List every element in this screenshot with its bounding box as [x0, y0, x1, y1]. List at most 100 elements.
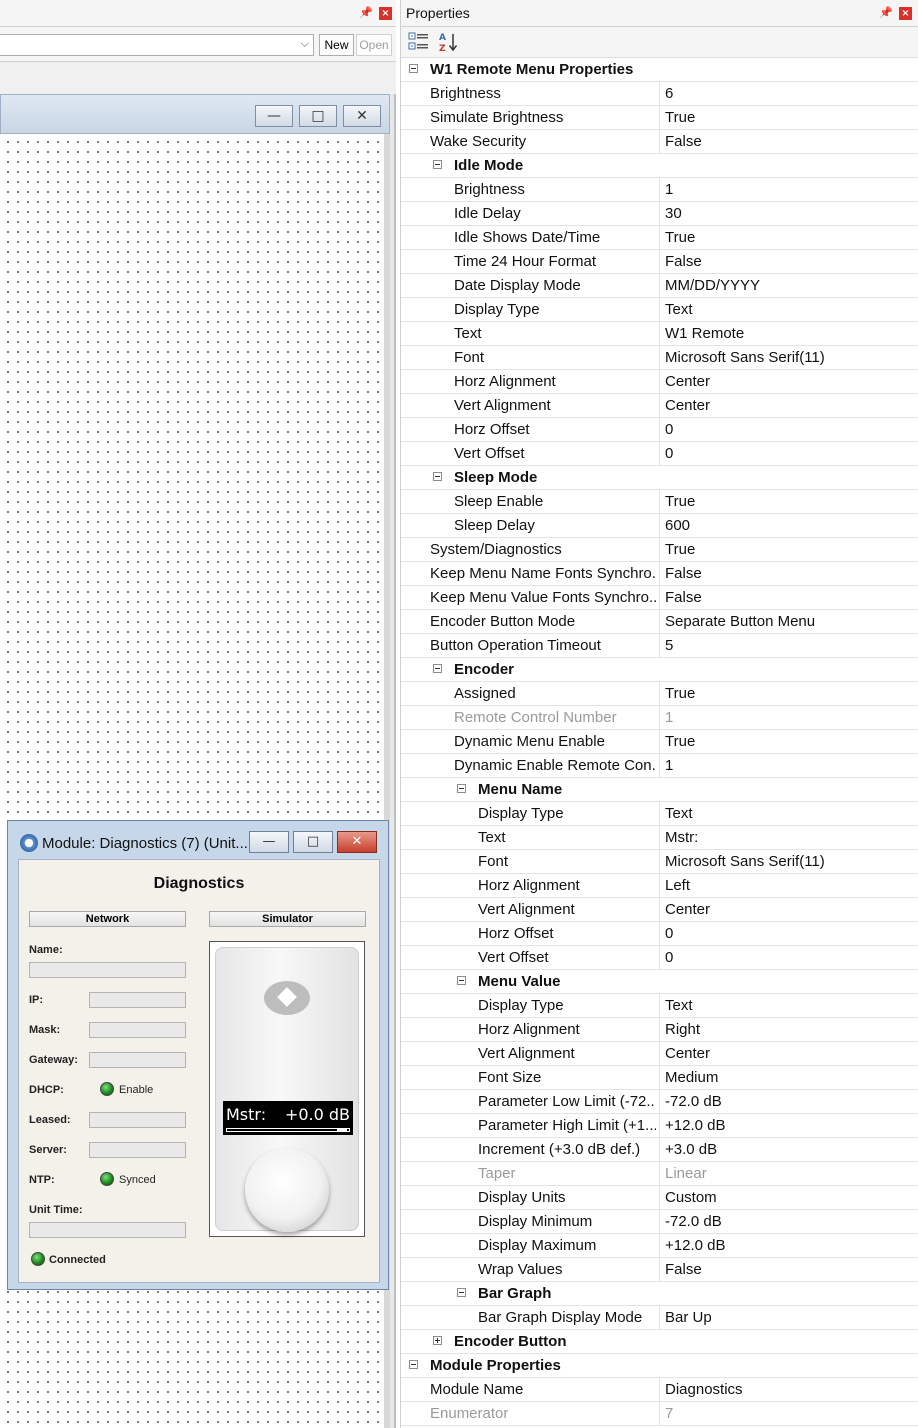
column-divider[interactable] [659, 1258, 660, 1281]
property-row[interactable]: Button Operation Timeout 5 [401, 634, 918, 658]
property-row[interactable]: Display Type Text [401, 994, 918, 1018]
property-value[interactable]: Center [665, 397, 710, 414]
column-divider[interactable] [659, 130, 660, 153]
collapse-icon[interactable] [433, 160, 442, 169]
property-category[interactable]: Module Properties [401, 1354, 918, 1378]
module-minimize-button[interactable]: — [249, 831, 289, 853]
column-divider[interactable] [659, 682, 660, 705]
column-divider[interactable] [659, 298, 660, 321]
categorized-view-icon[interactable] [408, 31, 430, 53]
pin-icon[interactable]: 📌 [359, 6, 373, 20]
close-button[interactable]: ✕ [343, 105, 381, 127]
property-row[interactable]: Time 24 Hour Format False [401, 250, 918, 274]
collapse-icon[interactable] [457, 784, 466, 793]
property-row[interactable]: Display Minimum -72.0 dB [401, 1210, 918, 1234]
column-divider[interactable] [659, 1186, 660, 1209]
column-divider[interactable] [659, 106, 660, 129]
property-row[interactable]: Encoder Button Mode Separate Button Menu [401, 610, 918, 634]
property-row[interactable]: Horz Alignment Right [401, 1018, 918, 1042]
column-divider[interactable] [659, 514, 660, 537]
property-row[interactable]: Increment (+3.0 dB def.) +3.0 dB [401, 1138, 918, 1162]
property-row[interactable]: Taper Linear [401, 1162, 918, 1186]
property-value[interactable]: False [665, 253, 702, 270]
property-value[interactable]: Mstr: [665, 829, 698, 846]
property-value[interactable]: Custom [665, 1189, 717, 1206]
property-row[interactable]: Brightness 1 [401, 178, 918, 202]
property-value[interactable]: Text [665, 805, 693, 822]
property-row[interactable]: Display Type Text [401, 802, 918, 826]
property-row[interactable]: Parameter Low Limit (-72... -72.0 dB [401, 1090, 918, 1114]
property-value[interactable]: Center [665, 901, 710, 918]
column-divider[interactable] [659, 706, 660, 729]
property-value[interactable]: 30 [665, 205, 682, 222]
module-close-button[interactable]: ✕ [337, 831, 377, 853]
module-window-titlebar[interactable]: Module: Diagnostics (7) (Unit... — □ ✕ [8, 821, 388, 857]
column-divider[interactable] [659, 610, 660, 633]
property-row[interactable]: Remote Control Number 1 [401, 706, 918, 730]
column-divider[interactable] [659, 562, 660, 585]
property-value[interactable]: +12.0 dB [665, 1237, 725, 1254]
property-value[interactable]: Separate Button Menu [665, 613, 815, 630]
column-divider[interactable] [659, 322, 660, 345]
column-divider[interactable] [659, 634, 660, 657]
property-value[interactable]: Microsoft Sans Serif(11) [665, 853, 825, 870]
property-row[interactable]: Font Size Medium [401, 1066, 918, 1090]
encoder-knob[interactable] [245, 1148, 329, 1232]
property-value[interactable]: Right [665, 1021, 700, 1038]
maximize-button[interactable]: □ [299, 105, 337, 127]
property-category[interactable]: Bar Graph [401, 1282, 918, 1306]
property-category[interactable]: W1 Remote Menu Properties [401, 58, 918, 82]
property-row[interactable]: Dynamic Enable Remote Con... 1 [401, 754, 918, 778]
property-value[interactable]: 0 [665, 949, 673, 966]
property-row[interactable]: Horz Offset 0 [401, 418, 918, 442]
property-value[interactable]: 0 [665, 445, 673, 462]
column-divider[interactable] [659, 490, 660, 513]
minimize-button[interactable]: — [255, 105, 293, 127]
property-category[interactable]: Encoder [401, 658, 918, 682]
collapse-icon[interactable] [433, 472, 442, 481]
property-row[interactable]: Sleep Enable True [401, 490, 918, 514]
property-row[interactable]: Assigned True [401, 682, 918, 706]
column-divider[interactable] [659, 370, 660, 393]
property-row[interactable]: Wake Security False [401, 130, 918, 154]
column-divider[interactable] [659, 1378, 660, 1401]
property-row[interactable]: Vert Offset 0 [401, 442, 918, 466]
module-select-combo[interactable]: ⌵ [0, 34, 314, 56]
column-divider[interactable] [659, 202, 660, 225]
property-row[interactable]: Display Type Text [401, 298, 918, 322]
property-value[interactable]: Text [665, 301, 693, 318]
column-divider[interactable] [659, 1042, 660, 1065]
property-row[interactable]: Vert Alignment Center [401, 898, 918, 922]
property-row[interactable]: Dynamic Menu Enable True [401, 730, 918, 754]
column-divider[interactable] [659, 898, 660, 921]
column-divider[interactable] [659, 994, 660, 1017]
property-row[interactable]: Enumerator 7 [401, 1402, 918, 1426]
property-value[interactable]: True [665, 733, 695, 750]
collapse-icon[interactable] [457, 976, 466, 985]
module-maximize-button[interactable]: □ [293, 831, 333, 853]
property-value[interactable]: Center [665, 1045, 710, 1062]
property-value[interactable]: False [665, 589, 702, 606]
column-divider[interactable] [659, 442, 660, 465]
column-divider[interactable] [659, 538, 660, 561]
property-value[interactable]: True [665, 541, 695, 558]
property-value[interactable]: MM/DD/YYYY [665, 277, 760, 294]
column-divider[interactable] [659, 1114, 660, 1137]
property-category[interactable]: Encoder Button [401, 1330, 918, 1354]
property-row[interactable]: Display Maximum +12.0 dB [401, 1234, 918, 1258]
column-divider[interactable] [659, 1066, 660, 1089]
property-row[interactable]: Vert Offset 0 [401, 946, 918, 970]
property-row[interactable]: Horz Alignment Left [401, 874, 918, 898]
property-value[interactable]: True [665, 229, 695, 246]
column-divider[interactable] [659, 1090, 660, 1113]
column-divider[interactable] [659, 346, 660, 369]
property-value[interactable]: True [665, 493, 695, 510]
property-value[interactable]: Left [665, 877, 690, 894]
column-divider[interactable] [659, 946, 660, 969]
property-row[interactable]: Bar Graph Display Mode Bar Up [401, 1306, 918, 1330]
property-value[interactable]: True [665, 109, 695, 126]
column-divider[interactable] [659, 754, 660, 777]
column-divider[interactable] [659, 1234, 660, 1257]
column-divider[interactable] [659, 82, 660, 105]
column-divider[interactable] [659, 730, 660, 753]
